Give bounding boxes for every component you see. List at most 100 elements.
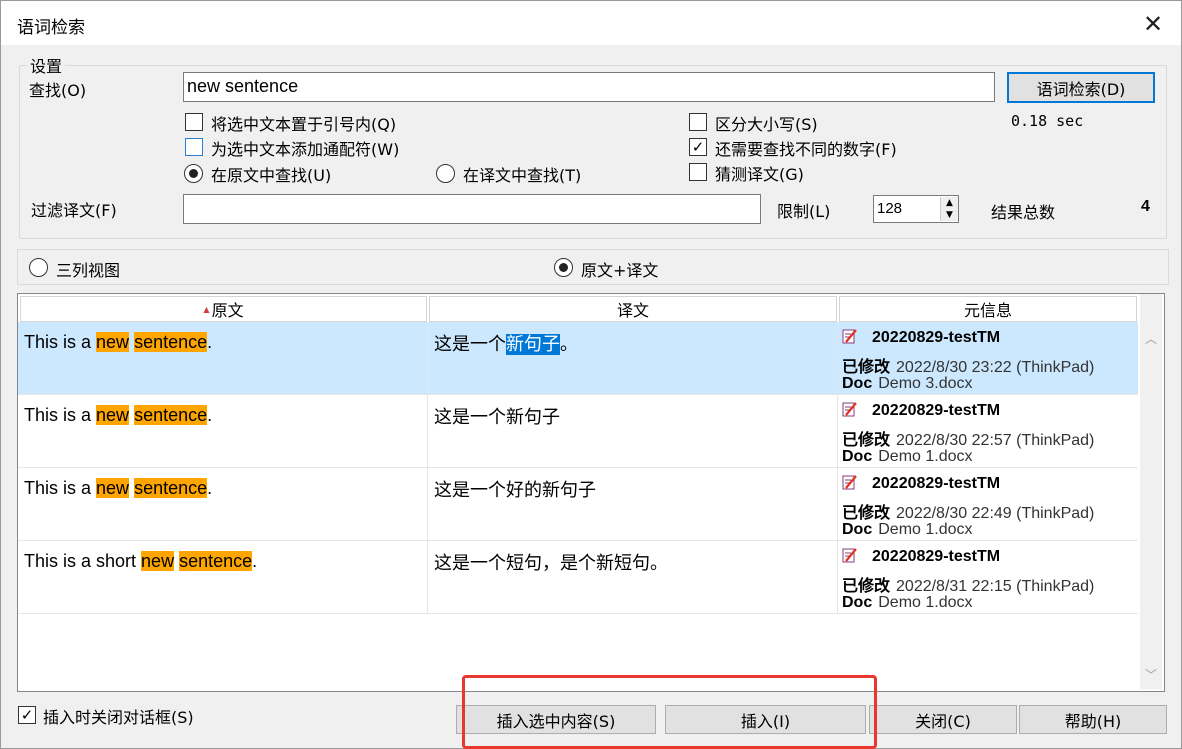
- match-highlight: new: [141, 551, 175, 571]
- doc-value: Demo 1.docx: [878, 594, 973, 611]
- results-grid[interactable]: ▲ 原文 译文 元信息 This is a new sentence. 这是一个新…: [17, 293, 1165, 692]
- meta-cell[interactable]: 20220829-testTM 已修改 2022/8/30 23:22 (Think…: [838, 322, 1138, 394]
- edit-document-icon: [842, 547, 858, 563]
- help-button[interactable]: 帮助(H): [1019, 705, 1167, 734]
- check-icon: ✓: [691, 137, 705, 156]
- numbers-checkbox[interactable]: ✓: [689, 138, 707, 156]
- scroll-down-icon[interactable]: ﹀: [1140, 664, 1162, 684]
- source-text: This is a new sentence.: [24, 405, 212, 426]
- spin-up-icon[interactable]: ▲: [940, 197, 958, 209]
- annotation-highlight-box: [462, 675, 877, 749]
- source-text-part: .: [252, 551, 258, 571]
- source-text-part: .: [207, 332, 213, 352]
- modified-info: 已修改 2022/8/30 22:57 (ThinkPad): [842, 426, 1094, 450]
- search-target-label: 在译文中查找(T): [463, 166, 582, 185]
- modified-info: 已修改 2022/8/31 22:15 (ThinkPad): [842, 572, 1094, 596]
- meta-cell[interactable]: 20220829-testTM 已修改 2022/8/31 22:15 (Think…: [838, 541, 1138, 613]
- close-icon[interactable]: ✕: [1131, 5, 1175, 43]
- match-highlight: sentence: [134, 478, 208, 498]
- doc-info: Doc Demo 3.docx: [842, 375, 973, 393]
- close-on-insert-checkbox[interactable]: ✓: [18, 706, 36, 724]
- filter-input[interactable]: [183, 194, 761, 224]
- limit-spinner[interactable]: 128 ▲ ▼: [873, 195, 959, 223]
- find-input[interactable]: new sentence: [183, 72, 995, 102]
- source-cell[interactable]: This is a new sentence.: [18, 322, 428, 394]
- doc-label: Doc: [842, 375, 873, 392]
- guess-checkbox[interactable]: [689, 163, 707, 181]
- target-text: 这是一个新句子。: [434, 330, 578, 356]
- case-label: 区分大小写(S): [715, 115, 818, 134]
- three-column-view-radio[interactable]: [29, 258, 48, 277]
- modified-value: 2022/8/30 22:49 (ThinkPad): [896, 505, 1095, 522]
- modified-value: 2022/8/30 23:22 (ThinkPad): [896, 359, 1095, 376]
- close-button[interactable]: 关闭(C): [869, 705, 1017, 734]
- spin-down-icon[interactable]: ▼: [940, 209, 958, 221]
- source-text-part: This is a: [24, 405, 97, 425]
- modified-value: 2022/8/31 22:15 (ThinkPad): [896, 578, 1095, 595]
- meta-cell[interactable]: 20220829-testTM 已修改 2022/8/30 22:57 (Think…: [838, 395, 1138, 467]
- table-row[interactable]: This is a new sentence. 这是一个新句子。 20220829-…: [18, 322, 1138, 395]
- target-cell[interactable]: 这是一个好的新句子: [428, 468, 838, 540]
- doc-value: Demo 1.docx: [878, 448, 973, 465]
- sort-ascending-icon: ▲: [203, 304, 210, 314]
- target-text-part: 这是一个好的新句子: [434, 480, 596, 501]
- header-target[interactable]: 译文: [429, 296, 837, 322]
- table-row[interactable]: This is a new sentence. 这是一个新句子 20220829-t…: [18, 395, 1138, 468]
- target-cell[interactable]: 这是一个新句子。: [428, 322, 838, 394]
- tm-name: 20220829-testTM: [842, 474, 1000, 493]
- modified-info: 已修改 2022/8/30 22:49 (ThinkPad): [842, 499, 1094, 523]
- target-text-part: 这是一个短句，是个新短句。: [434, 553, 668, 574]
- elapsed-time: 0.18 sec: [1011, 112, 1084, 130]
- match-highlight: sentence: [134, 405, 208, 425]
- quote-checkbox[interactable]: [185, 113, 203, 131]
- find-input-value: new sentence: [187, 76, 299, 96]
- target-cell[interactable]: 这是一个短句，是个新短句。: [428, 541, 838, 613]
- doc-label: Doc: [842, 594, 873, 611]
- check-icon: ✓: [20, 705, 34, 724]
- vertical-scrollbar[interactable]: ︿ ﹀: [1140, 294, 1162, 689]
- filter-label: 过滤译文(F): [31, 201, 117, 220]
- table-row[interactable]: This is a new sentence. 这是一个好的新句子 20220829…: [18, 468, 1138, 541]
- header-source[interactable]: ▲ 原文: [20, 296, 427, 322]
- header-meta-label: 元信息: [963, 301, 1012, 320]
- target-selection: 新句子: [506, 334, 560, 355]
- concordance-dialog: 语词检索 ✕ 设置 查找(O) new sentence 语词检索(D) 0.1…: [0, 0, 1182, 749]
- case-checkbox[interactable]: [689, 113, 707, 131]
- source-text: This is a short new sentence.: [24, 551, 257, 572]
- wildcard-checkbox[interactable]: [185, 138, 203, 156]
- search-button[interactable]: 语词检索(D): [1007, 72, 1155, 103]
- target-cell[interactable]: 这是一个新句子: [428, 395, 838, 467]
- doc-value: Demo 3.docx: [878, 375, 973, 392]
- scroll-up-icon[interactable]: ︿: [1140, 328, 1162, 348]
- wildcard-label: 为选中文本添加通配符(W): [211, 140, 400, 159]
- source-text: This is a new sentence.: [24, 478, 212, 499]
- source-target-view-radio[interactable]: [554, 258, 573, 277]
- target-text-part: 这是一个新句子: [434, 407, 560, 428]
- quote-label: 将选中文本置于引号内(Q): [211, 115, 397, 134]
- tm-name-text: 20220829-testTM: [872, 402, 1001, 419]
- total-label: 结果总数: [991, 203, 1056, 222]
- table-row[interactable]: This is a short new sentence. 这是一个短句，是个新短…: [18, 541, 1138, 614]
- source-text-part: .: [207, 478, 213, 498]
- modified-label: 已修改: [842, 505, 891, 522]
- source-text-part: This is a: [24, 478, 97, 498]
- target-text: 这是一个新句子: [434, 403, 560, 429]
- tm-name-text: 20220829-testTM: [872, 548, 1001, 565]
- source-cell[interactable]: This is a new sentence.: [18, 468, 428, 540]
- source-cell[interactable]: This is a new sentence.: [18, 395, 428, 467]
- limit-label: 限制(L): [777, 202, 831, 221]
- match-highlight: sentence: [134, 332, 208, 352]
- modified-label: 已修改: [842, 578, 891, 595]
- doc-label: Doc: [842, 521, 873, 538]
- search-source-radio[interactable]: [184, 164, 203, 183]
- meta-cell[interactable]: 20220829-testTM 已修改 2022/8/30 22:49 (Think…: [838, 468, 1138, 540]
- header-meta[interactable]: 元信息: [839, 296, 1137, 322]
- three-column-view-label: 三列视图: [56, 261, 121, 280]
- source-text-part: .: [207, 405, 213, 425]
- match-highlight: new: [96, 332, 130, 352]
- doc-value: Demo 1.docx: [878, 521, 973, 538]
- doc-info: Doc Demo 1.docx: [842, 448, 973, 466]
- source-cell[interactable]: This is a short new sentence.: [18, 541, 428, 613]
- search-target-radio[interactable]: [436, 164, 455, 183]
- find-label: 查找(O): [29, 81, 87, 100]
